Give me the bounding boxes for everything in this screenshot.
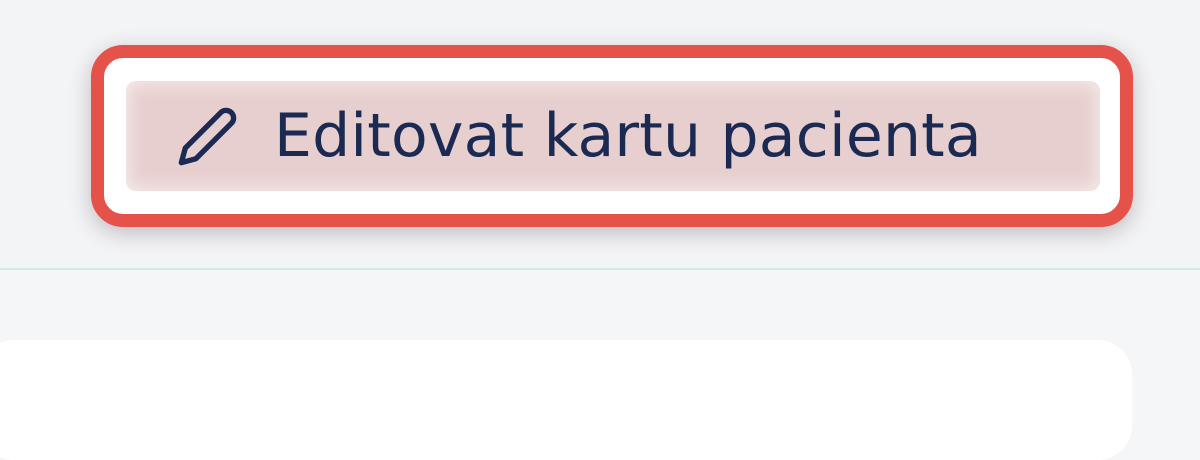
header-divider [0,268,1200,270]
content-card [0,340,1132,460]
pencil-icon [176,104,240,168]
edit-patient-card-button[interactable]: Editovat kartu pacienta [126,81,1100,191]
edit-patient-card-label: Editovat kartu pacienta [274,101,982,171]
highlight-frame: Editovat kartu pacienta [91,45,1133,227]
